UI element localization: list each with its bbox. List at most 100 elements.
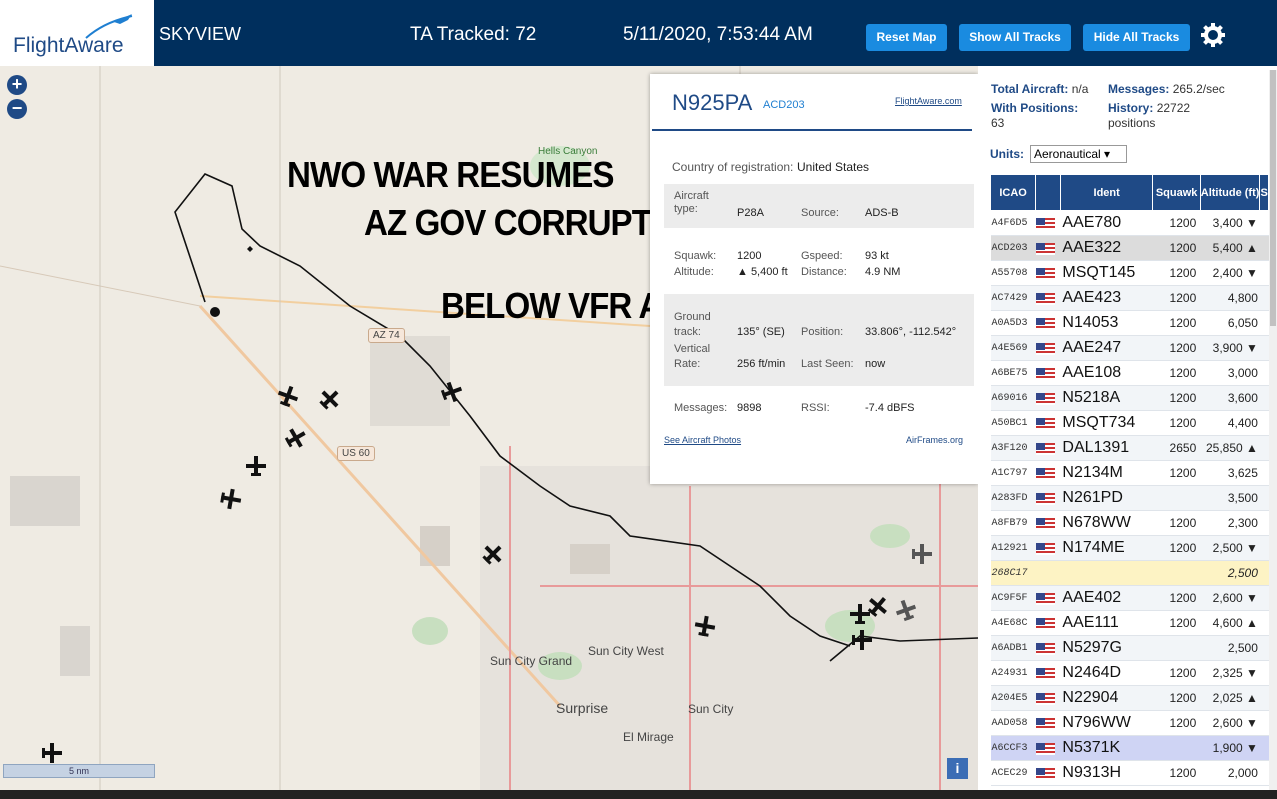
table-row[interactable]: A24931 N2464D 1200 2,325 ▼: [990, 660, 1269, 686]
cell-altitude: 2,500 ▼: [1200, 535, 1260, 561]
table-row[interactable]: ACEC29 N9313H 1200 2,000: [990, 760, 1269, 786]
reset-map-button[interactable]: Reset Map: [866, 24, 947, 51]
country-value: United States: [797, 160, 870, 174]
table-row[interactable]: A50BC1 MSQT734 1200 4,400: [990, 410, 1269, 436]
cell-squawk: 1200: [1152, 510, 1201, 536]
table-row[interactable]: A69016 N5218A 1200 3,600: [990, 385, 1269, 411]
flightaware-link[interactable]: FlightAware.com: [895, 96, 962, 106]
panel-scrollbar[interactable]: [1269, 70, 1277, 790]
table-row[interactable]: A3F120 DAL1391 2650 25,850 ▲: [990, 435, 1269, 461]
units-select[interactable]: Aeronautical ▾: [1030, 145, 1127, 163]
altitude-value: ▲ 5,400 ft: [737, 266, 788, 278]
show-all-tracks-button[interactable]: Show All Tracks: [959, 24, 1071, 51]
table-row[interactable]: A12921 N174ME 1200 2,500 ▼: [990, 535, 1269, 561]
cell-altitude: 2,500: [1200, 635, 1260, 661]
aircraft-icon[interactable]: [852, 630, 872, 650]
table-row[interactable]: A6BE75 AAE108 1200 3,000: [990, 360, 1269, 386]
info-icon[interactable]: i: [947, 758, 968, 779]
cell-icao: A4E68C: [990, 610, 1036, 636]
messages-stat-label: Messages:: [1108, 82, 1170, 96]
cell-icao: A4F6D5: [990, 210, 1036, 236]
aircraft-icon[interactable]: [315, 384, 345, 414]
cell-ident: N5297G: [1060, 635, 1153, 661]
table-row[interactable]: A55708 MSQT145 1200 2,400 ▼: [990, 260, 1269, 286]
cell-flag: [1035, 210, 1061, 236]
cell-speed: [1259, 235, 1269, 261]
aircraft-icon[interactable]: [246, 456, 266, 476]
cell-speed: [1259, 635, 1269, 661]
aircraft-icon[interactable]: [693, 614, 717, 638]
aircraft-icon[interactable]: [42, 743, 62, 763]
cell-icao: A283FD: [990, 485, 1036, 511]
cell-flag: [1035, 560, 1061, 586]
cell-speed: [1259, 460, 1269, 486]
aircraft-icon[interactable]: [893, 597, 919, 623]
table-row[interactable]: A204E5 N22904 1200 2,025 ▲: [990, 685, 1269, 711]
table-row[interactable]: A6CCF3 N5371K 1,900 ▼: [990, 735, 1269, 761]
cell-squawk: [1152, 735, 1201, 761]
flightaware-logo[interactable]: FlightAware: [0, 0, 154, 66]
aircraft-icon[interactable]: [439, 379, 465, 405]
table-row[interactable]: A4E68C AAE111 1200 4,600 ▲: [990, 610, 1269, 636]
cell-ident: AAE780: [1060, 210, 1153, 236]
aircraft-icon[interactable]: [912, 544, 932, 564]
col-flag[interactable]: [1035, 174, 1061, 211]
cell-ident: N14053: [1060, 310, 1153, 336]
table-row[interactable]: ACD203 AAE322 1200 5,400 ▲: [990, 235, 1269, 261]
us-flag-icon: [1035, 542, 1055, 555]
us-flag-icon: [1035, 392, 1055, 405]
table-row[interactable]: A283FD N261PD 3,500: [990, 485, 1269, 511]
col-altitude[interactable]: Altitude (ft): [1199, 174, 1261, 211]
table-row[interactable]: A4F6D5 AAE780 1200 3,400 ▼: [990, 210, 1269, 236]
table-row[interactable]: A4E569 AAE247 1200 3,900 ▼: [990, 335, 1269, 361]
aircraft-icon[interactable]: [219, 487, 243, 511]
col-icao[interactable]: ICAO: [989, 174, 1037, 211]
aircraft-icon[interactable]: [478, 539, 508, 569]
cell-squawk: 1200: [1152, 210, 1201, 236]
table-row[interactable]: A0A5D3 N14053 1200 6,050: [990, 310, 1269, 336]
cell-speed: [1259, 735, 1269, 761]
col-ident[interactable]: Ident: [1059, 174, 1154, 211]
cell-speed: [1259, 510, 1269, 536]
cell-flag: [1035, 685, 1061, 711]
cell-squawk: 1200: [1152, 585, 1201, 611]
table-row[interactable]: 268C17 2,500: [990, 560, 1269, 586]
scrollbar-thumb[interactable]: [1270, 70, 1276, 326]
cell-ident: AAE108: [1060, 360, 1153, 386]
cell-speed: [1259, 660, 1269, 686]
table-row[interactable]: AC7429 AAE423 1200 4,800: [990, 285, 1269, 311]
aircraft-icon[interactable]: [282, 424, 310, 452]
aircraft-icon[interactable]: [275, 383, 301, 409]
cell-flag: [1035, 585, 1061, 611]
table-row[interactable]: AAD058 N796WW 1200 2,600 ▼: [990, 710, 1269, 736]
cell-speed: [1259, 535, 1269, 561]
table-row[interactable]: A1C797 N2134M 1200 3,625: [990, 460, 1269, 486]
aircraft-photos-link[interactable]: See Aircraft Photos: [664, 435, 741, 445]
us-flag-icon: [1035, 767, 1055, 780]
aircraft-icon[interactable]: [850, 604, 870, 624]
cell-icao: A0A5D3: [990, 310, 1036, 336]
us-flag-icon: [1035, 292, 1055, 305]
cell-flag: [1035, 460, 1061, 486]
col-speed[interactable]: S: [1259, 174, 1269, 211]
cell-ident: AAE111: [1060, 610, 1153, 636]
airframes-link[interactable]: AirFrames.org: [906, 435, 963, 445]
table-row[interactable]: A8FB79 N678WW 1200 2,300: [990, 510, 1269, 536]
lastseen-label: Last Seen:: [801, 358, 854, 370]
gear-icon[interactable]: [1200, 22, 1226, 48]
hide-all-tracks-button[interactable]: Hide All Tracks: [1083, 24, 1190, 51]
cell-squawk: 1200: [1152, 460, 1201, 486]
cell-speed: [1259, 435, 1269, 461]
cell-ident: N9313H: [1060, 760, 1153, 786]
table-row[interactable]: AC9F5F AAE402 1200 2,600 ▼: [990, 585, 1269, 611]
col-squawk[interactable]: Squawk: [1152, 174, 1201, 211]
popup-divider: [652, 129, 972, 131]
country-label: Country of registration:: [672, 160, 794, 174]
table-row[interactable]: A6ADB1 N5297G 2,500: [990, 635, 1269, 661]
lastseen-value: now: [865, 358, 886, 370]
distance-value: 4.9 NM: [865, 266, 901, 278]
cell-flag: [1035, 385, 1061, 411]
cell-flag: [1035, 260, 1061, 286]
us-flag-icon: [1035, 517, 1055, 530]
aircraft-type-value: P28A: [737, 207, 764, 219]
